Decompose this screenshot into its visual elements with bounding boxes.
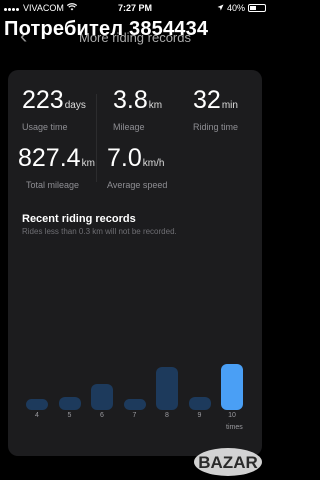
mileage-unit: km xyxy=(148,100,163,111)
x-tick-label: 4 xyxy=(35,412,39,419)
svg-text:BAZAR: BAZAR xyxy=(198,453,258,472)
x-tick-label: 5 xyxy=(67,412,72,419)
records-subtitle: Rides less than 0.3 km will not be recor… xyxy=(22,227,177,236)
records-title: Recent riding records xyxy=(22,213,136,225)
ride-bar[interactable] xyxy=(156,366,178,410)
nav-header: ‹ More riding records Потребител 3854434 xyxy=(0,18,270,58)
stat-average-speed: 7.0km/h Average speed xyxy=(107,144,167,190)
riding-time-unit: min xyxy=(221,100,238,111)
x-tick-label: 6 xyxy=(100,412,104,419)
mileage-label: Mileage xyxy=(113,122,145,132)
stat-riding-time: 32min Riding time xyxy=(193,86,238,132)
ride-bar[interactable] xyxy=(188,396,211,410)
ride-bar[interactable] xyxy=(123,399,146,410)
location-icon xyxy=(217,3,224,13)
x-tick-label: 9 xyxy=(197,412,202,419)
average-speed-label: Average speed xyxy=(107,180,168,190)
x-tick-label: 8 xyxy=(165,412,169,419)
riding-time-value: 32 xyxy=(193,86,221,114)
usage-time-label: Usage time xyxy=(22,122,68,132)
usage-time-value: 223 xyxy=(22,86,64,114)
status-bar: VIVACOM 7:27 PM 40% xyxy=(0,0,270,16)
average-speed-unit: km/h xyxy=(142,158,165,169)
ride-bar[interactable] xyxy=(58,396,81,410)
stat-total-mileage: 827.4km Total mileage xyxy=(18,144,95,190)
average-speed-value: 7.0 xyxy=(107,144,142,172)
divider xyxy=(96,94,97,182)
x-tick-label: 7 xyxy=(132,412,137,419)
ride-bar[interactable] xyxy=(91,383,113,410)
ride-bar[interactable] xyxy=(221,364,243,410)
total-mileage-unit: km xyxy=(81,158,95,169)
total-mileage-label: Total mileage xyxy=(26,180,80,190)
stat-usage-time: 223days Usage time xyxy=(22,86,86,132)
ride-bars xyxy=(26,360,256,410)
mileage-value: 3.8 xyxy=(113,86,148,114)
total-mileage-value: 827.4 xyxy=(18,144,81,172)
ride-bar[interactable] xyxy=(26,399,48,410)
battery-icon xyxy=(248,4,266,12)
stat-mileage: 3.8km Mileage xyxy=(113,86,162,132)
watermark-text: Потребител 3854434 xyxy=(4,18,209,40)
usage-time-unit: days xyxy=(64,100,86,111)
stats-card: 223days Usage time 3.8km Mileage 32min R… xyxy=(8,70,262,456)
bazar-logo: BAZAR xyxy=(192,444,264,478)
battery-percent: 40% xyxy=(226,3,245,13)
x-tick-label: 10 xyxy=(228,412,236,419)
x-axis-unit: times xyxy=(226,424,243,431)
riding-time-label: Riding time xyxy=(193,122,239,132)
